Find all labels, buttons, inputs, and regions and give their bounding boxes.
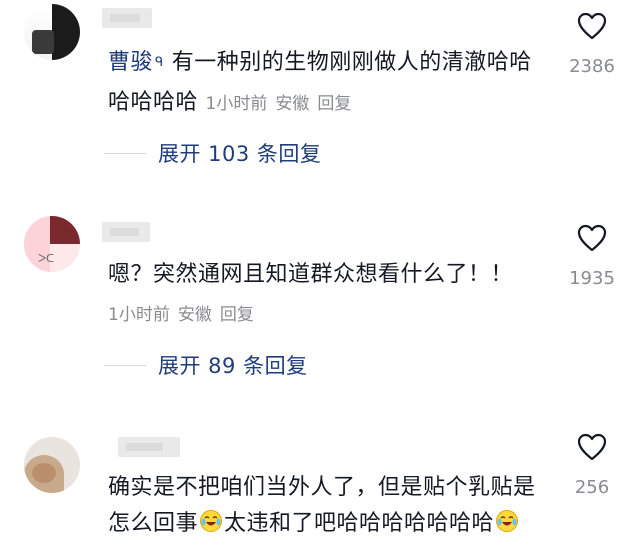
like-count: 256 — [574, 477, 610, 498]
comment-text: 曹骏 ᑫ 有一种别的生物刚刚做人的清澈哈哈 — [108, 48, 532, 78]
comment-time: 1小时前 — [205, 94, 268, 114]
comment-item: 确实是不把咱们当外人了，但是贴个乳贴是 怎么回事 太违和了吧哈哈哈哈哈哈哈 25… — [0, 415, 640, 550]
comment-text-line-1: 确实是不把咱们当外人了，但是贴个乳贴是 — [108, 475, 536, 500]
like-count: 1935 — [569, 268, 615, 289]
divider — [104, 152, 146, 154]
author-name[interactable]: 曹骏 — [108, 50, 153, 75]
reply-button[interactable]: 回复 — [317, 94, 351, 114]
username-blurred — [102, 8, 152, 28]
avatar[interactable]: ᐳᑕ — [24, 216, 80, 272]
expand-replies-label: 展开 89 条回复 — [158, 354, 308, 378]
comment-text-line-1: 有一种别的生物刚刚做人的清澈哈哈 — [171, 50, 532, 75]
reply-button[interactable]: 回复 — [220, 305, 254, 325]
expand-replies-button[interactable]: 展开 89 条回复 — [104, 350, 308, 380]
username-blurred — [102, 222, 150, 242]
username-blurred — [118, 437, 180, 457]
comment-text-line-2b: 太违和了吧哈哈哈哈哈哈哈 — [224, 511, 495, 536]
crying-laughing-emoji-icon — [496, 510, 519, 532]
comment-item: 曹骏 ᑫ 有一种别的生物刚刚做人的清澈哈哈 哈哈哈哈 1小时前 安徽 回复 2386 展… — [0, 0, 640, 200]
like-count: 2386 — [569, 56, 615, 77]
divider — [104, 364, 146, 366]
comment-text-line-2-row: 怎么回事 太违和了吧哈哈哈哈哈哈哈 — [108, 509, 520, 539]
like-button[interactable]: 1935 — [562, 224, 622, 289]
heart-icon — [577, 12, 607, 40]
avatar[interactable] — [24, 4, 80, 60]
comment-meta: 1小时前 安徽 回复 — [206, 94, 360, 114]
heart-icon — [577, 433, 607, 461]
comment-text-line-1: 嗯？突然通网且知道群众想看什么了！！ — [108, 262, 514, 287]
author-badge-icon: ᑫ — [155, 55, 164, 70]
comment-time: 1小时前 — [108, 305, 170, 325]
comment-item: ᐳᑕ 嗯？突然通网且知道群众想看什么了！！ 1小时前 安徽 回复 1935 展开 8… — [0, 200, 640, 415]
comment-text-line-2-row: 哈哈哈哈 1小时前 安徽 回复 — [108, 88, 359, 119]
comment-meta: 1小时前 安徽 回复 — [108, 300, 262, 330]
heart-icon — [577, 224, 607, 252]
like-button[interactable]: 256 — [562, 433, 622, 498]
comment-location: 安徽 — [177, 305, 212, 325]
comment-text-line-2: 哈哈哈哈 — [108, 90, 199, 115]
comment-text: 确实是不把咱们当外人了，但是贴个乳贴是 — [108, 473, 536, 503]
expand-replies-button[interactable]: 展开 103 条回复 — [104, 138, 321, 168]
crying-laughing-emoji-icon — [200, 510, 223, 532]
comment-text: 嗯？突然通网且知道群众想看什么了！！ — [108, 260, 513, 290]
expand-replies-label: 展开 103 条回复 — [158, 142, 322, 166]
avatar[interactable] — [24, 437, 80, 493]
like-button[interactable]: 2386 — [562, 12, 622, 77]
comment-text-line-2a: 怎么回事 — [108, 511, 199, 536]
comment-location: 安徽 — [275, 94, 310, 114]
